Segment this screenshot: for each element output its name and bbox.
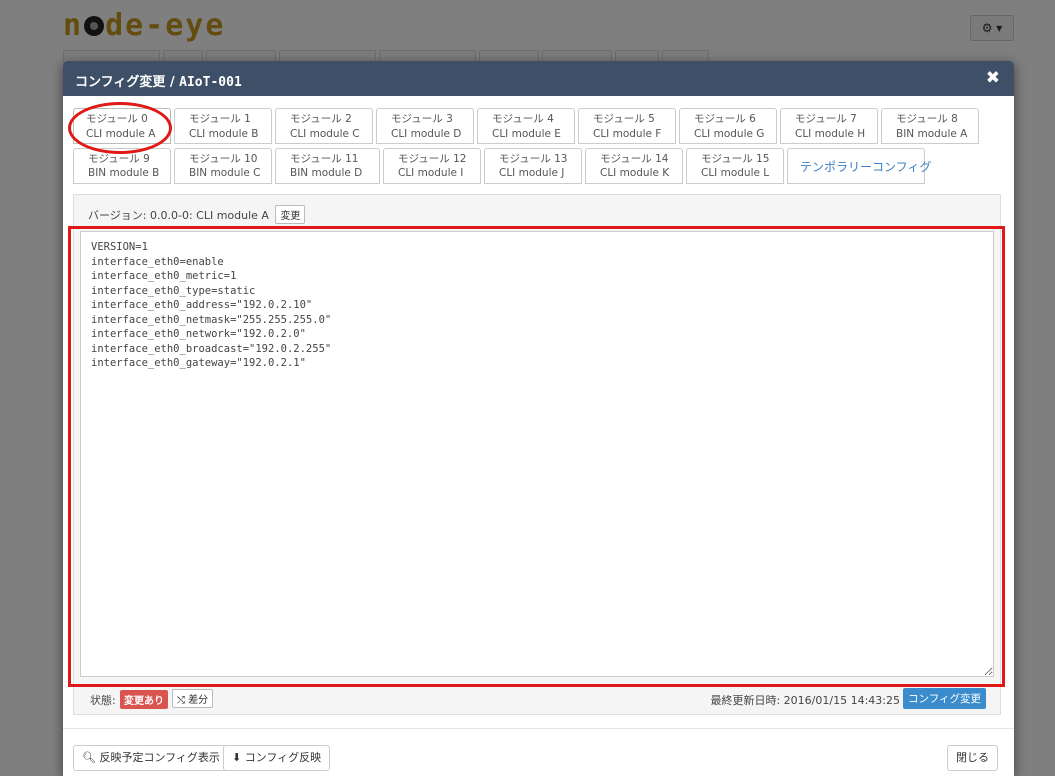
status-label: 状態:: [90, 694, 116, 707]
tab-temporary-config[interactable]: テンポラリーコンフィグ: [787, 148, 931, 184]
tab-module-8[interactable]: モジュール 8 BIN module A: [881, 108, 979, 144]
tab-module-12[interactable]: モジュール 12 CLI module I: [383, 148, 481, 184]
tab-module-13[interactable]: モジュール 13 CLI module J: [484, 148, 582, 184]
preview-config-button[interactable]: 🔍︎ 反映予定コンフィグ表示: [73, 745, 229, 771]
tab-module-6[interactable]: モジュール 6 CLI module G: [679, 108, 777, 144]
last-updated: 最終更新日時: 2016/01/15 14:43:25: [710, 694, 900, 707]
status-row: 状態: 変更あり ⤭ 差分 最終更新日時: 2016/01/15 14:43:2…: [74, 685, 1000, 709]
apply-config-label: コンフィグ反映: [244, 751, 322, 764]
config-panel: バージョン: 0.0.0-0: CLI module A 変更 VERSION=…: [73, 194, 1001, 715]
config-change-button[interactable]: コンフィグ変更: [903, 688, 986, 709]
diff-button[interactable]: ⤭ 差分: [172, 689, 214, 708]
config-change-modal: コンフィグ変更 / AIoT-001 ✖ モジュール 0 CLI module A…: [63, 61, 1014, 776]
close-icon[interactable]: ✖: [986, 68, 1000, 88]
version-change-button[interactable]: 変更: [275, 205, 306, 224]
tab-module-1[interactable]: モジュール 1 CLI module B: [174, 108, 272, 144]
tab-module-2[interactable]: モジュール 2 CLI module C: [275, 108, 373, 144]
device-name: AIoT-001: [179, 75, 242, 90]
tab-module-5[interactable]: モジュール 5 CLI module F: [578, 108, 676, 144]
tab-module-15[interactable]: モジュール 15 CLI module L: [686, 148, 784, 184]
tab-module-7[interactable]: モジュール 7 CLI module H: [780, 108, 878, 144]
modal-title: コンフィグ変更 / AIoT-001: [75, 75, 242, 90]
tab-module-3[interactable]: モジュール 3 CLI module D: [376, 108, 474, 144]
tab-module-10[interactable]: モジュール 10 BIN module C: [174, 148, 272, 184]
modal-header: コンフィグ変更 / AIoT-001 ✖: [63, 61, 1014, 96]
download-icon: ⬇: [232, 751, 242, 764]
version-text: バージョン: 0.0.0-0: CLI module A: [88, 209, 269, 222]
preview-config-label: 反映予定コンフィグ表示: [99, 751, 220, 764]
apply-config-button[interactable]: ⬇ コンフィグ反映: [223, 745, 331, 771]
config-editor[interactable]: VERSION=1 interface_eth0=enable interfac…: [80, 231, 994, 677]
tab-module-0[interactable]: モジュール 0 CLI module A: [73, 108, 171, 144]
close-button[interactable]: 閉じる: [947, 745, 998, 771]
tab-module-4[interactable]: モジュール 4 CLI module E: [477, 108, 575, 144]
search-icon: 🔍︎: [82, 751, 96, 764]
tab-module-11[interactable]: モジュール 11 BIN module D: [275, 148, 380, 184]
modal-footer: 🔍︎ 反映予定コンフィグ表示 ⬇ コンフィグ反映 閉じる: [63, 728, 1014, 776]
tab-module-9[interactable]: モジュール 9 BIN module B: [73, 148, 171, 184]
changed-badge: 変更あり: [120, 690, 168, 709]
tab-module-14[interactable]: モジュール 14 CLI module K: [585, 148, 683, 184]
version-info: バージョン: 0.0.0-0: CLI module A 変更: [88, 205, 306, 224]
